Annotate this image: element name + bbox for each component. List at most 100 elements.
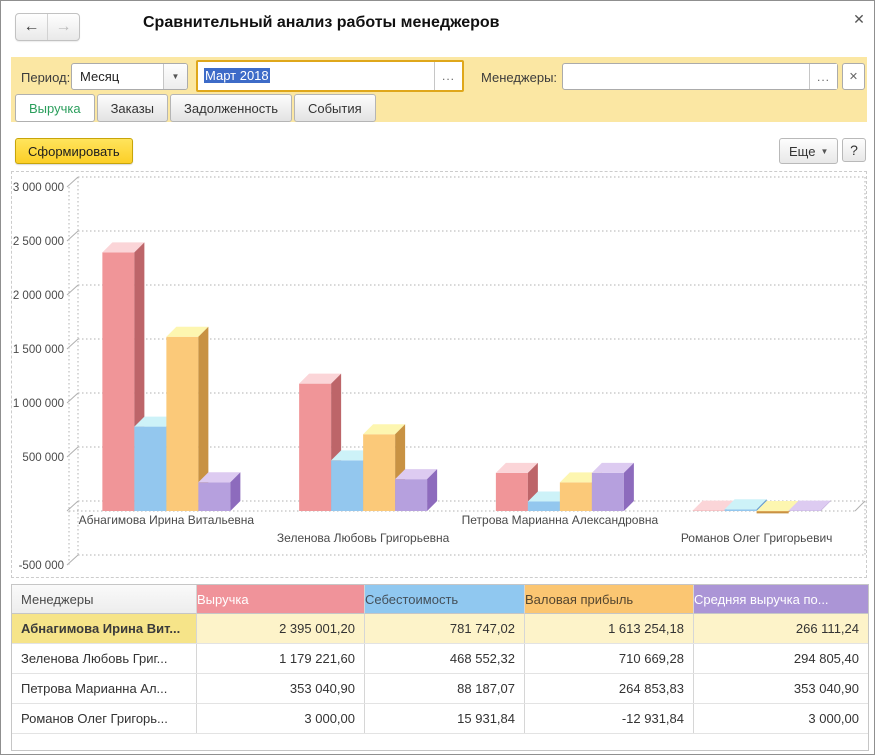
value-cell[interactable]: 353 040,90 xyxy=(197,674,365,703)
bar-front-face[interactable] xyxy=(198,482,230,511)
manager-name-cell[interactable]: Зеленова Любовь Григ... xyxy=(12,644,197,673)
back-button[interactable]: ← xyxy=(16,14,47,40)
value-cell[interactable]: 2 395 001,20 xyxy=(197,614,365,643)
bar-front-face[interactable] xyxy=(528,501,560,511)
value-cell[interactable]: 781 747,02 xyxy=(365,614,525,643)
managers-value-text xyxy=(563,64,809,89)
bar-4-3[interactable] xyxy=(592,463,634,511)
category-label: Петрова Марианна Александровна xyxy=(462,513,659,527)
chevron-down-icon[interactable]: ▼ xyxy=(163,64,187,89)
value-cell[interactable]: 1 613 254,18 xyxy=(525,614,694,643)
more-button-label: Еще xyxy=(789,144,815,159)
bar-front-face[interactable] xyxy=(134,427,166,511)
bar-chart-3d: 3 000 000 2 500 000 2 000 000 1 500 000 1 00… xyxy=(11,171,867,578)
forward-button[interactable]: → xyxy=(47,14,79,40)
bar-front-face[interactable] xyxy=(331,460,363,511)
help-button-label: ? xyxy=(850,142,858,158)
app-window: ← → Сравнительный анализ работы менеджер… xyxy=(0,0,875,755)
table-body: Абнагимова Ирина Вит...2 395 001,20781 7… xyxy=(12,614,868,734)
bar-front-face[interactable] xyxy=(102,252,134,511)
column-header[interactable]: Себестоимость xyxy=(365,585,525,614)
period-type-select[interactable]: Месяц ▼ xyxy=(71,63,188,90)
value-cell[interactable]: 3 000,00 xyxy=(197,704,365,733)
column-header[interactable]: Валовая прибыль xyxy=(525,585,694,614)
axis-tick xyxy=(67,501,78,511)
y-axis-label: 1 500 000 xyxy=(13,344,64,356)
page-title: Сравнительный анализ работы менеджеров xyxy=(143,14,500,32)
value-cell[interactable]: 15 931,84 xyxy=(365,704,525,733)
manager-name-cell[interactable]: Абнагимова Ирина Вит... xyxy=(12,614,197,643)
managers-label: Менеджеры: xyxy=(481,70,557,85)
column-header[interactable]: Средняя выручка по... xyxy=(694,585,868,614)
bar-front-face[interactable] xyxy=(725,509,757,511)
y-axis-label: -500 000 xyxy=(19,560,64,572)
axis-tick xyxy=(67,177,78,187)
period-label: Период: xyxy=(21,70,70,85)
value-cell[interactable]: 468 552,32 xyxy=(365,644,525,673)
y-axis-label: 2 000 000 xyxy=(13,290,64,302)
axis-tick xyxy=(67,285,78,295)
column-header[interactable]: Выручка xyxy=(197,585,365,614)
y-axis-label: 3 000 000 xyxy=(13,182,64,194)
manager-name-cell[interactable]: Петрова Марианна Ал... xyxy=(12,674,197,703)
value-cell[interactable]: 266 111,24 xyxy=(694,614,868,643)
bar-front-face[interactable] xyxy=(592,473,624,511)
chevron-down-icon: ▼ xyxy=(820,147,828,156)
metric-tabs: ВыручкаЗаказыЗадолженностьСобытия xyxy=(15,94,376,122)
close-button[interactable]: ✕ xyxy=(850,10,868,28)
bar-4-1[interactable] xyxy=(198,472,240,511)
period-ellipsis-button[interactable]: ... xyxy=(434,62,462,90)
more-button[interactable]: Еще ▼ xyxy=(779,138,838,164)
managers-ellipsis-button[interactable]: ... xyxy=(809,64,837,89)
value-cell[interactable]: 88 187,07 xyxy=(365,674,525,703)
category-label: Абнагимова Ирина Витальевна xyxy=(79,513,255,527)
column-header[interactable]: Менеджеры xyxy=(12,585,197,614)
filter-panel: Период: Месяц ▼ Март 2018 ... Менеджеры:… xyxy=(11,57,867,122)
bar-front-face[interactable] xyxy=(496,473,528,511)
bar-front-face[interactable] xyxy=(395,479,427,511)
table-row[interactable]: Абнагимова Ирина Вит...2 395 001,20781 7… xyxy=(12,614,868,644)
selected-text: Март 2018 xyxy=(204,68,270,83)
managers-clear-button[interactable]: ✕ xyxy=(842,63,865,90)
y-axis-label: 2 500 000 xyxy=(13,236,64,248)
value-cell[interactable]: 3 000,00 xyxy=(694,704,868,733)
value-cell[interactable]: 264 853,83 xyxy=(525,674,694,703)
table-header-row: МенеджерыВыручкаСебестоимостьВаловая при… xyxy=(12,585,868,614)
value-cell[interactable]: -12 931,84 xyxy=(525,704,694,733)
y-axis-label: 500 000 xyxy=(22,452,64,464)
generate-button[interactable]: Сформировать xyxy=(15,138,133,164)
period-type-value: Месяц xyxy=(72,64,163,89)
tab-orders[interactable]: Заказы xyxy=(97,94,168,122)
close-icon: ✕ xyxy=(853,11,865,28)
table-row[interactable]: Зеленова Любовь Григ...1 179 221,60468 5… xyxy=(12,644,868,674)
bar-front-face[interactable] xyxy=(299,384,331,511)
value-cell[interactable]: 294 805,40 xyxy=(694,644,868,673)
history-nav: ← → xyxy=(15,13,80,41)
back-arrow-icon: ← xyxy=(24,18,40,36)
manager-name-cell[interactable]: Романов Олег Григорь... xyxy=(12,704,197,733)
generate-button-label: Сформировать xyxy=(28,144,120,159)
value-cell[interactable]: 1 179 221,60 xyxy=(197,644,365,673)
tab-events[interactable]: События xyxy=(294,94,376,122)
y-axis-label: 1 000 000 xyxy=(13,398,64,410)
forward-arrow-icon: → xyxy=(56,18,72,36)
results-table: МенеджерыВыручкаСебестоимостьВаловая при… xyxy=(11,584,869,751)
bar-front-face[interactable] xyxy=(560,482,592,511)
axis-tick xyxy=(67,393,78,403)
period-value-input[interactable]: Март 2018 ... xyxy=(196,60,464,92)
period-value-text: Март 2018 xyxy=(198,62,434,90)
managers-input[interactable]: ... xyxy=(562,63,838,90)
bar-front-face[interactable] xyxy=(363,434,395,511)
chart-canvas: 3 000 000 2 500 000 2 000 000 1 500 000 1 00… xyxy=(12,172,866,577)
help-button[interactable]: ? xyxy=(842,138,866,162)
table-row[interactable]: Петрова Марианна Ал...353 040,9088 187,0… xyxy=(12,674,868,704)
tab-debt[interactable]: Задолженность xyxy=(170,94,292,122)
table-row[interactable]: Романов Олег Григорь...3 000,0015 931,84… xyxy=(12,704,868,734)
bar-front-face[interactable] xyxy=(166,337,198,511)
category-label: Зеленова Любовь Григорьевна xyxy=(277,531,450,545)
value-cell[interactable]: 353 040,90 xyxy=(694,674,868,703)
tab-revenue[interactable]: Выручка xyxy=(15,94,95,122)
bar-4-2[interactable] xyxy=(395,469,437,511)
x-axis-end-tick xyxy=(855,501,865,511)
value-cell[interactable]: 710 669,28 xyxy=(525,644,694,673)
